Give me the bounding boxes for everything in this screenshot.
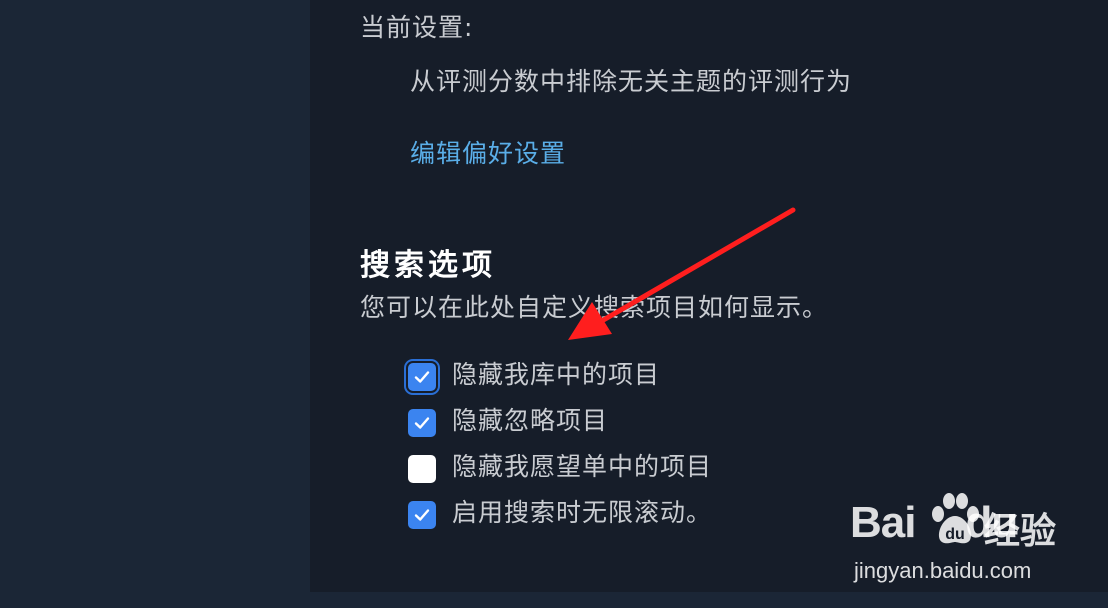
option-label: 启用搜索时无限滚动。 [452,498,713,527]
paw-icon: du [932,493,979,544]
checkbox-infinite-scroll[interactable] [408,501,436,529]
baidu-watermark: Bai du du 经验 jingyan.baidu.com [850,488,1070,588]
option-infinite-scroll[interactable]: 启用搜索时无限滚动。 [408,488,712,534]
option-label: 隐藏我库中的项目 [452,360,661,389]
svg-text:du: du [945,526,965,543]
left-rail [0,0,310,608]
option-hide-owned[interactable]: 隐藏我库中的项目 [408,350,712,396]
watermark-url: jingyan.baidu.com [854,558,1032,583]
current-settings-value: 从评测分数中排除无关主题的评测行为 [410,67,853,96]
option-label: 隐藏忽略项目 [452,406,609,435]
current-settings-label: 当前设置: [360,13,474,42]
watermark-product: 经验 [984,511,1057,552]
option-label: 隐藏我愿望单中的项目 [452,452,713,481]
option-hide-ignored[interactable]: 隐藏忽略项目 [408,396,712,442]
search-options-title: 搜索选项 [360,248,496,283]
checkbox-hide-owned[interactable] [408,363,436,391]
checkbox-hide-ignored[interactable] [408,409,436,437]
edit-preferences-link[interactable]: 编辑偏好设置 [410,134,566,170]
search-options-list: 隐藏我库中的项目 隐藏忽略项目 隐藏我愿望单中的项目 启用搜索时无限滚动。 [408,350,712,534]
bottom-strip [310,592,1108,608]
page: 当前设置: 从评测分数中排除无关主题的评测行为 编辑偏好设置 搜索选项 您可以在… [0,0,1108,608]
option-hide-wishlist[interactable]: 隐藏我愿望单中的项目 [408,442,712,488]
search-options-description: 您可以在此处自定义搜索项目如何显示。 [360,293,829,322]
checkbox-hide-wishlist[interactable] [408,455,436,483]
